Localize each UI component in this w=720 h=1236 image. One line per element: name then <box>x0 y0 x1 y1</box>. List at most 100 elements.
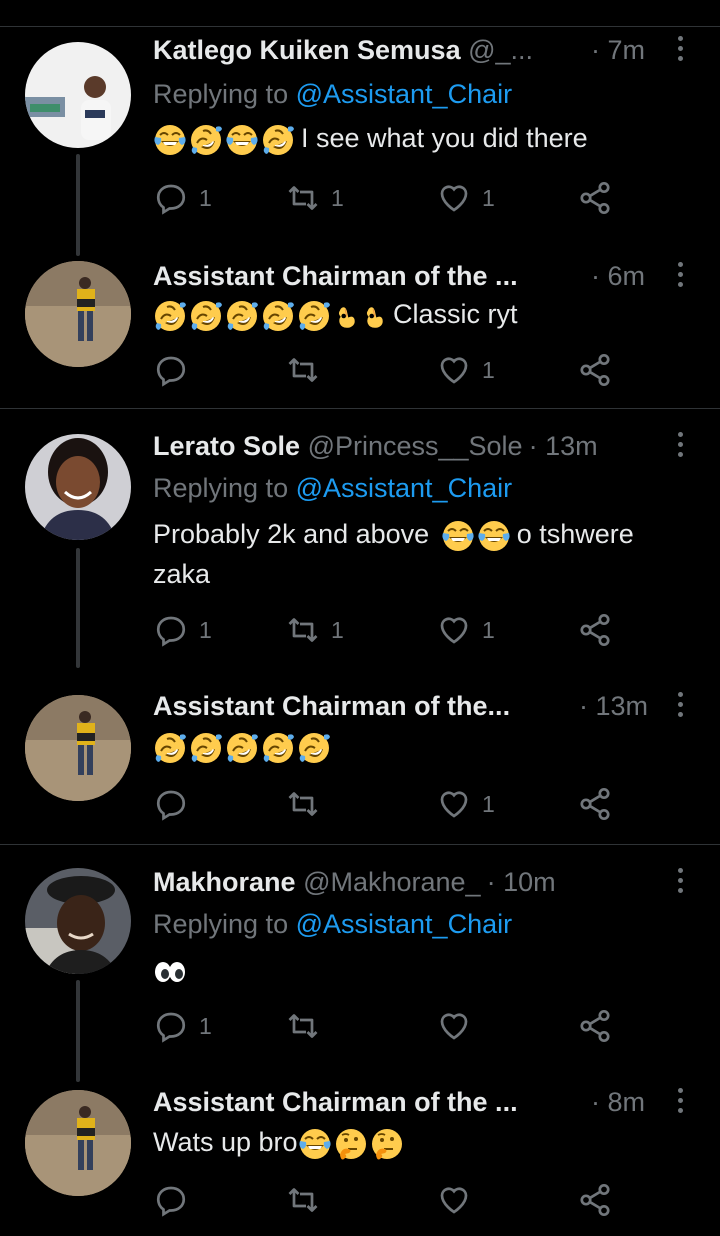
mention-link[interactable]: @Assistant_Chair <box>296 473 513 503</box>
display-name[interactable]: Makhorane <box>153 862 296 902</box>
share-button[interactable] <box>577 610 613 650</box>
like-button[interactable]: 1 <box>436 784 495 824</box>
more-icon[interactable] <box>677 868 685 896</box>
heart-icon <box>436 786 472 822</box>
heart-icon <box>436 352 472 388</box>
reply-button[interactable] <box>153 784 189 824</box>
heart-icon <box>436 1008 472 1044</box>
rolling-on-the-floor-laughing-icon <box>189 731 223 765</box>
reply-button[interactable]: 1 <box>153 178 212 218</box>
reply-button[interactable] <box>153 1180 189 1220</box>
reply-button[interactable] <box>153 350 189 390</box>
ok-hand-icon <box>361 299 387 333</box>
reply-count: 1 <box>199 1012 212 1039</box>
avatar[interactable] <box>25 868 131 974</box>
display-name[interactable]: Assistant Chairman of the ... <box>153 256 518 296</box>
tweet-body-text: I see what you did there <box>301 123 588 153</box>
heart-icon <box>436 1182 472 1218</box>
action-bar: 1 1 1 <box>153 610 623 650</box>
tweet-header: Assistant Chairman of the... · 13m <box>153 686 720 726</box>
display-name[interactable]: Katlego Kuiken Semusa <box>153 30 461 70</box>
divider <box>0 844 720 845</box>
tweet-text: Probably 2k and above o tshwere zaka <box>153 514 698 594</box>
timestamp[interactable]: · 13m <box>579 686 648 726</box>
retweet-button[interactable] <box>285 784 321 824</box>
rolling-on-the-floor-laughing-icon <box>153 731 187 765</box>
tweet-text <box>153 726 698 766</box>
retweet-button[interactable] <box>285 1006 321 1046</box>
thread-line <box>76 980 80 1082</box>
more-icon[interactable] <box>677 262 685 290</box>
tweet-header: Makhorane @Makhorane_ · 10m <box>153 862 720 902</box>
mention-link[interactable]: @Assistant_Chair <box>296 909 513 939</box>
retweet-icon <box>285 352 321 388</box>
timestamp[interactable]: · 6m <box>591 256 645 296</box>
retweet-button[interactable]: 1 <box>285 178 344 218</box>
timestamp[interactable]: · 7m <box>591 30 645 70</box>
rolling-on-the-floor-laughing-icon <box>189 123 223 157</box>
retweet-button[interactable] <box>285 350 321 390</box>
reply-icon <box>153 612 189 648</box>
reply-button[interactable]: 1 <box>153 1006 212 1046</box>
rolling-on-the-floor-laughing-icon <box>261 299 295 333</box>
avatar[interactable] <box>25 695 131 801</box>
more-icon[interactable] <box>677 1088 685 1116</box>
rolling-on-the-floor-laughing-icon <box>261 123 295 157</box>
retweet-count: 1 <box>331 184 344 211</box>
face-with-tears-of-joy-icon <box>441 519 475 553</box>
reply-icon <box>153 786 189 822</box>
share-button[interactable] <box>577 784 613 824</box>
tweet-header: Assistant Chairman of the ... · 8m <box>153 1082 720 1122</box>
avatar[interactable] <box>25 1090 131 1196</box>
emoji-row <box>153 123 295 157</box>
retweet-icon <box>285 786 321 822</box>
eyes-icon <box>153 955 187 989</box>
retweet-icon <box>285 612 321 648</box>
share-button[interactable] <box>577 178 613 218</box>
action-bar <box>153 1180 623 1220</box>
tweet-body-text: Wats up bro <box>153 1127 298 1157</box>
display-name[interactable]: Lerato Sole <box>153 426 300 466</box>
thread-line <box>76 548 80 668</box>
tweet-header: Assistant Chairman of the ... · 6m <box>153 256 720 296</box>
like-count: 1 <box>482 790 495 817</box>
avatar[interactable] <box>25 42 131 148</box>
share-button[interactable] <box>577 1180 613 1220</box>
retweet-button[interactable] <box>285 1180 321 1220</box>
avatar[interactable] <box>25 261 131 367</box>
share-icon <box>577 352 613 388</box>
share-button[interactable] <box>577 1006 613 1046</box>
reply-button[interactable]: 1 <box>153 610 212 650</box>
timestamp[interactable]: · 13m <box>529 426 598 466</box>
retweet-icon <box>285 1182 321 1218</box>
like-button[interactable]: 1 <box>436 178 495 218</box>
rolling-on-the-floor-laughing-icon <box>261 731 295 765</box>
user-handle[interactable]: @Makhorane_ <box>303 862 481 902</box>
like-button[interactable] <box>436 1180 472 1220</box>
top-divider <box>0 26 720 27</box>
avatar[interactable] <box>25 434 131 540</box>
mention-link[interactable]: @Assistant_Chair <box>296 79 513 109</box>
like-count: 1 <box>482 356 495 383</box>
more-icon[interactable] <box>677 432 685 460</box>
share-button[interactable] <box>577 350 613 390</box>
retweet-button[interactable]: 1 <box>285 610 344 650</box>
share-icon <box>577 1008 613 1044</box>
share-icon <box>577 180 613 216</box>
display-name[interactable]: Assistant Chairman of the... <box>153 686 510 726</box>
more-icon[interactable] <box>677 36 685 64</box>
user-handle[interactable]: @Princess__Sole <box>308 426 523 466</box>
share-icon <box>577 786 613 822</box>
timestamp[interactable]: · 8m <box>591 1082 645 1122</box>
ok-hand-icon <box>333 299 359 333</box>
timestamp[interactable]: · 10m <box>487 862 556 902</box>
like-button[interactable] <box>436 1006 472 1046</box>
user-handle[interactable]: @_... <box>468 30 533 70</box>
rolling-on-the-floor-laughing-icon <box>225 731 259 765</box>
tweet-text: I see what you did there <box>153 118 698 158</box>
like-button[interactable]: 1 <box>436 350 495 390</box>
display-name[interactable]: Assistant Chairman of the ... <box>153 1082 518 1122</box>
reply-count: 1 <box>199 184 212 211</box>
more-icon[interactable] <box>677 692 685 720</box>
like-button[interactable]: 1 <box>436 610 495 650</box>
